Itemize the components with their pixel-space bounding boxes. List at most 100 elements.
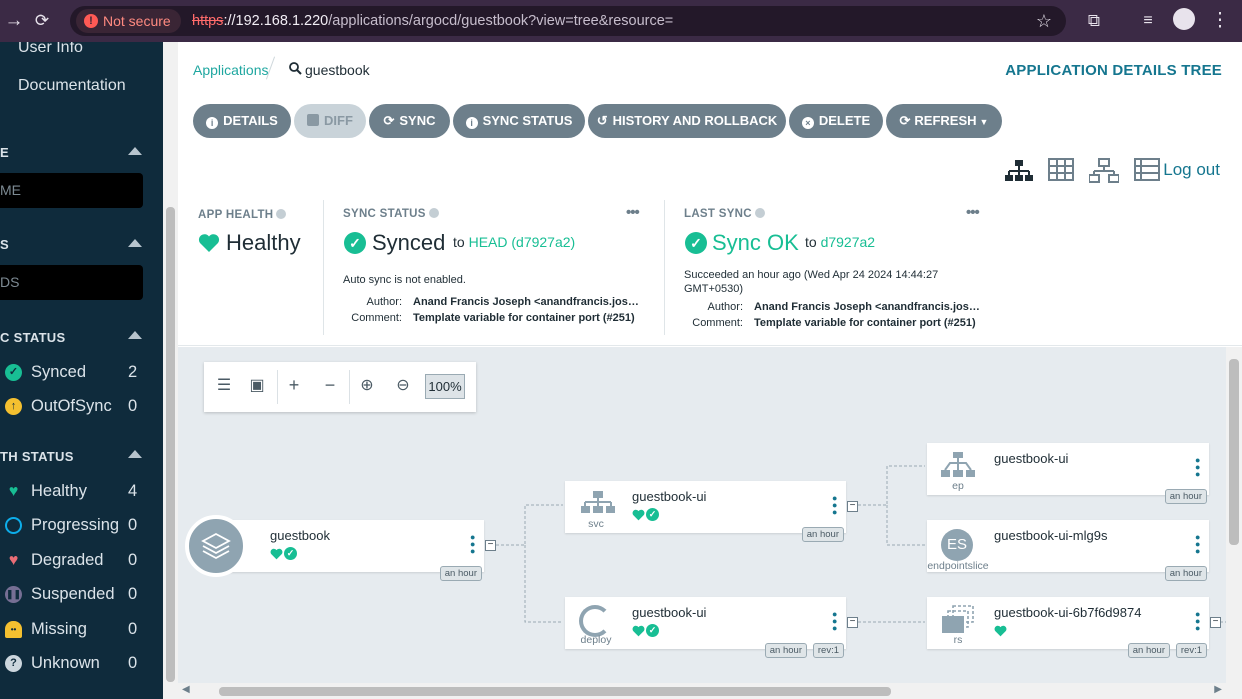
health-status-heading: TH STATUS (0, 449, 74, 464)
app-health-title: APP HEALTH (198, 209, 287, 221)
endpointslice-badge: ES (941, 529, 973, 561)
collapse-toggle[interactable]: − (847, 617, 858, 628)
name-filter-input[interactable]: ME (0, 173, 143, 208)
media-queue-icon[interactable]: ≡ (1134, 0, 1162, 42)
network-view-icon[interactable] (1088, 158, 1120, 189)
profile-avatar[interactable] (1170, 0, 1198, 42)
kebab-menu-icon[interactable]: ● ● ● (1195, 610, 1200, 633)
sidebar-filter-synced[interactable]: ✓ Synced 2 (0, 360, 163, 386)
collapse-caret-icon[interactable] (128, 331, 142, 339)
last-sync-succeeded: Succeeded an hour ago (Wed Apr 24 2024 1… (684, 269, 939, 295)
help-icon[interactable] (754, 208, 765, 218)
details-button[interactable]: i DETAILS (193, 104, 291, 138)
kebab-menu-icon[interactable]: ● ● ● (1195, 456, 1200, 479)
history-rollback-button[interactable]: ↺ HISTORY AND ROLLBACK (588, 104, 786, 138)
tree-view-icon[interactable] (1005, 158, 1033, 189)
url-text: https://192.168.1.220/applications/argoc… (192, 13, 674, 29)
health-icons (994, 624, 1007, 638)
collapse-toggle[interactable]: − (1210, 617, 1221, 628)
graph-horizontal-scrollbar[interactable]: ◀ ▶ (178, 683, 1242, 699)
last-sync-title: LAST SYNC (684, 208, 765, 220)
collapse-toggle[interactable]: − (485, 540, 496, 551)
check-circle-icon: ✓ (5, 364, 22, 381)
sidebar-filter-healthy[interactable]: ♥ Healthy 4 (0, 479, 163, 505)
sidebar-filter-missing[interactable]: •• Missing 0 (0, 617, 163, 643)
sidebar-filter-unknown[interactable]: ? Unknown 0 (0, 651, 163, 677)
sidebar-filter-outofsync[interactable]: ↑ OutOfSync 0 (0, 394, 163, 420)
graph-vertical-scrollbar[interactable] (1226, 347, 1242, 683)
refresh-button[interactable]: ⟳ REFRESH ▼ (886, 104, 1002, 138)
logout-link[interactable]: Log out (1163, 160, 1220, 180)
browser-menu-icon[interactable]: ⋮ (1206, 0, 1234, 42)
sync-button[interactable]: ⟳ SYNC (369, 104, 450, 138)
collapse-toggle[interactable]: − (847, 501, 858, 512)
revision-tag: rev:1 (1175, 643, 1207, 658)
scrollbar-thumb[interactable] (219, 687, 891, 696)
sync-status-heading: C STATUS (0, 330, 66, 345)
extensions-icon[interactable]: ⧉ (1080, 0, 1108, 42)
kebab-menu-icon[interactable]: ● ● ● (1195, 533, 1200, 556)
sync-status-value: Synced (372, 230, 446, 255)
reload-icon[interactable]: ⟳ (28, 0, 56, 42)
age-tag: an hour (764, 643, 807, 658)
scrollbar-thumb[interactable] (166, 207, 175, 682)
diff-button[interactable]: DIFF (294, 104, 366, 138)
sidebar-filter-suspended[interactable]: ❚❚ Suspended 0 (0, 582, 163, 608)
broken-heart-icon: ♥ (8, 552, 19, 569)
revision-link[interactable]: HEAD (d7927a2) (469, 234, 576, 250)
align-left-icon[interactable]: ☰ (213, 375, 235, 395)
resource-tree-graph[interactable]: ☰ ▣ + − ⊕ ⊖ 100% guestbook ✓ ● ● ● an hour… (178, 347, 1226, 683)
app-health-value: Healthy (226, 230, 301, 255)
forward-icon[interactable]: → (0, 0, 28, 42)
list-view-icon[interactable] (1134, 158, 1160, 187)
kebab-menu-icon[interactable]: ● ● ● (832, 494, 837, 517)
pods-view-icon[interactable] (1048, 158, 1074, 187)
browser-toolbar: → ⟳ ! Not secure https://192.168.1.220/a… (0, 0, 1242, 42)
collapse-caret-icon[interactable] (128, 147, 142, 155)
info-icon: i (465, 117, 478, 129)
zoom-out-icon[interactable]: ⊖ (392, 375, 414, 395)
collapse-caret-icon[interactable] (128, 239, 142, 247)
address-bar[interactable]: ! Not secure https://192.168.1.220/appli… (70, 6, 1066, 36)
sidebar-scrollbar[interactable] (163, 42, 178, 699)
sidebar-name-heading: E (0, 145, 9, 160)
zoom-level: 100% (425, 374, 465, 399)
svc-node-guestbook-ui[interactable]: guestbook-ui svc ✓ ● ● ● an hour (565, 481, 846, 542)
fit-screen-icon[interactable]: ▣ (246, 375, 268, 395)
bookmark-star-icon[interactable]: ☆ (1036, 6, 1052, 36)
collapse-caret-icon[interactable] (128, 450, 142, 458)
scroll-left-icon[interactable]: ◀ (182, 684, 190, 695)
search-icon (289, 62, 302, 75)
close-circle-icon: × (801, 117, 814, 129)
breadcrumb-applications[interactable]: Applications (193, 62, 269, 78)
delete-button[interactable]: × DELETE (789, 104, 883, 138)
endpointslice-node-guestbook-ui-mlg9s[interactable]: ES guestbook-ui-mlg9s endpointslice ● ● ● … (927, 520, 1209, 581)
more-options-icon[interactable]: ••• (966, 204, 980, 221)
kebab-menu-icon[interactable]: ● ● ● (832, 610, 837, 633)
kebab-menu-icon[interactable]: ● ● ● (470, 533, 475, 556)
kinds-filter-input[interactable]: DS (0, 265, 143, 300)
sidebar: User Info Documentation E ME S DS C STAT… (0, 42, 163, 699)
sidebar-link-user-info[interactable]: User Info (18, 42, 83, 57)
revision-link[interactable]: d7927a2 (821, 234, 876, 250)
help-icon[interactable] (276, 209, 287, 219)
ep-node-guestbook-ui[interactable]: guestbook-ui ep ● ● ● an hour (927, 443, 1209, 504)
sidebar-filter-progressing[interactable]: Progressing 0 (0, 513, 163, 539)
help-icon[interactable] (428, 208, 439, 218)
scrollbar-thumb[interactable] (1229, 359, 1239, 545)
security-chip[interactable]: ! Not secure (76, 9, 181, 33)
sidebar-filter-degraded[interactable]: ♥ Degraded 0 (0, 548, 163, 574)
sidebar-link-documentation[interactable]: Documentation (18, 77, 126, 95)
collapse-minus-icon[interactable]: − (319, 375, 341, 396)
scroll-right-icon[interactable]: ▶ (1214, 684, 1222, 695)
expand-plus-icon[interactable]: + (283, 375, 305, 396)
more-options-icon[interactable]: ••• (626, 204, 640, 221)
check-circle-icon: ✓ (344, 232, 366, 254)
zoom-in-icon[interactable]: ⊕ (356, 375, 378, 395)
heart-icon (994, 624, 1007, 637)
sync-status-button[interactable]: i SYNC STATUS (453, 104, 585, 138)
deploy-node-guestbook-ui[interactable]: guestbook-ui deploy ✓ ● ● ● an hour rev:1 (565, 597, 846, 658)
age-tag: an hour (1164, 566, 1207, 581)
health-sync-icons: ✓ (270, 547, 297, 561)
rs-node-guestbook-ui-6b7f6d9874[interactable]: guestbook-ui-6b7f6d9874 rs ● ● ● an hour r… (927, 597, 1209, 658)
